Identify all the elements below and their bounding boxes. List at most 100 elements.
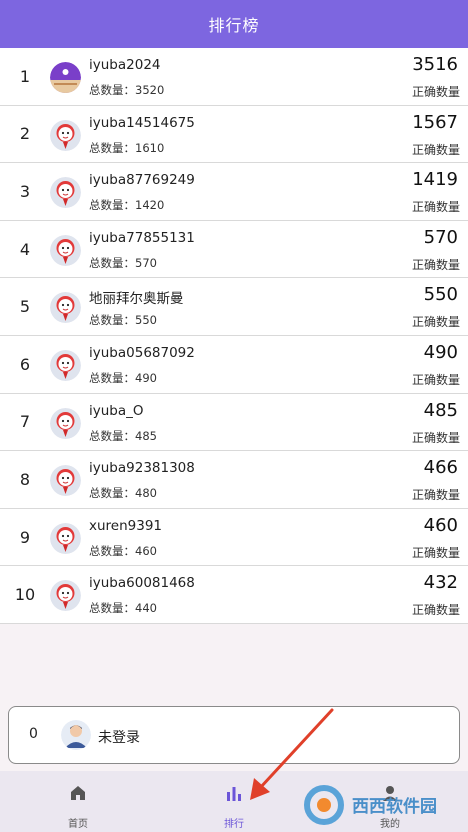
correct-count: 1567 [412,111,458,133]
correct-count-label: 正确数量 [411,257,460,272]
rank-number: 9 [19,527,31,547]
tab-ranking-label: 排行 [224,819,244,830]
default-avatar-icon[interactable] [50,580,81,612]
total-count: 总数量：570 [89,255,157,271]
tab-mine[interactable]: 我的 [312,771,468,832]
total-count: 总数量：490 [89,370,157,386]
total-count: 总数量：460 [89,543,157,559]
my-rank-card[interactable]: 0 未登录 [8,706,460,764]
correct-count-label: 正确数量 [411,545,460,560]
default-avatar-icon[interactable] [50,177,81,209]
user-name: iyuba14514675 [89,114,195,131]
total-count: 总数量：1420 [89,197,164,213]
total-label: 总数量： [89,140,135,155]
correct-count: 466 [423,457,458,479]
ranking-row[interactable]: 6 iyuba05687092 总数量：490 490 正确数量 [0,336,468,394]
correct-count: 570 [423,226,458,248]
user-name: 地丽拜尔奥斯曼 [89,291,184,308]
total-count: 总数量：480 [89,485,157,501]
default-avatar-icon[interactable] [50,522,81,554]
home-icon [71,786,85,800]
user-name: iyuba92381308 [89,460,195,477]
page-title: 排行榜 [208,16,260,35]
rank-number: 5 [19,297,31,317]
total-label: 总数量： [89,83,135,97]
total-value: 570 [135,255,157,270]
ranking-row[interactable]: 1 iyuba2024 总数量：3520 3516 正确数量 [0,48,468,106]
total-label: 总数量： [89,428,135,443]
total-label: 总数量： [89,370,135,385]
rank-number: 1 [19,66,31,86]
total-value: 1610 [135,140,165,155]
total-count: 总数量：1610 [89,140,164,156]
rank-number: 6 [19,354,31,374]
login-status[interactable]: 未登录 [98,727,140,747]
default-avatar-icon[interactable] [50,349,81,381]
correct-count-label: 正确数量 [411,603,460,618]
default-avatar-icon[interactable] [50,407,81,439]
total-value: 460 [135,543,157,558]
default-avatar-icon[interactable] [50,292,81,324]
tab-home[interactable]: 首页 [0,771,156,832]
user-photo-avatar[interactable] [50,62,81,93]
rank-number: 3 [19,181,31,201]
ranking-row[interactable]: 10 iyuba60081468 总数量：440 432 正确数量 [0,566,468,624]
total-label: 总数量： [89,601,135,616]
ranking-row[interactable]: 8 iyuba92381308 总数量：480 466 正确数量 [0,451,468,509]
default-avatar-icon[interactable] [50,234,81,266]
total-value: 490 [135,370,157,385]
ranking-row[interactable]: 3 iyuba87769249 总数量：1420 1419 正确数量 [0,163,468,221]
correct-count-label: 正确数量 [411,85,460,99]
user-name: iyuba77855131 [89,229,195,246]
my-rank-number: 0 [29,726,38,742]
user-name: iyuba05687092 [89,344,195,361]
total-label: 总数量： [89,486,135,501]
user-name: iyuba60081468 [89,575,195,592]
correct-count-label: 正确数量 [411,430,460,445]
total-count: 总数量：3520 [89,82,164,98]
total-value: 550 [135,313,157,328]
correct-count: 3516 [412,54,458,75]
rank-number: 10 [14,585,36,605]
total-value: 480 [135,486,157,501]
ranking-row[interactable]: 4 iyuba77855131 总数量：570 570 正确数量 [0,221,468,279]
correct-count-label: 正确数量 [411,372,460,387]
correct-count: 485 [423,399,458,421]
tab-home-label: 首页 [68,819,88,830]
total-label: 总数量： [89,198,135,213]
user-name: iyuba87769249 [89,172,195,189]
tab-mine-label: 我的 [380,819,400,830]
rank-number: 7 [19,412,31,432]
bottom-tab-bar: 首页 排行 我的 [0,771,468,832]
correct-count: 490 [423,341,458,363]
user-avatar-icon[interactable] [61,720,91,750]
ranking-row[interactable]: 9 xuren9391 总数量：460 460 正确数量 [0,509,468,567]
correct-count-label: 正确数量 [411,315,460,330]
total-label: 总数量： [89,313,135,328]
correct-count: 550 [423,284,458,306]
correct-count-label: 正确数量 [411,200,460,215]
default-avatar-icon[interactable] [50,119,81,151]
correct-count: 432 [423,572,458,594]
total-label: 总数量： [89,543,135,558]
total-count: 总数量：485 [89,428,157,444]
user-name: xuren9391 [89,517,163,534]
total-value: 3520 [135,83,165,97]
default-avatar-icon[interactable] [50,465,81,497]
person-icon [383,786,397,801]
total-value: 485 [135,428,157,443]
rank-number: 8 [19,469,31,489]
total-count: 总数量：550 [89,312,157,328]
total-label: 总数量： [89,255,135,270]
ranking-list: 1 iyuba2024 总数量：3520 3516 正确数量 2 iyuba14514675… [0,48,468,624]
ranking-row[interactable]: 7 iyuba_O 总数量：485 485 正确数量 [0,394,468,452]
rank-number: 4 [19,239,31,259]
total-count: 总数量：440 [89,600,157,616]
correct-count: 460 [423,514,458,536]
bar-chart-icon [227,787,241,801]
ranking-row[interactable]: 2 iyuba14514675 总数量：1610 1567 正确数量 [0,106,468,164]
total-value: 440 [135,601,157,616]
tab-ranking[interactable]: 排行 [156,771,312,832]
total-value: 1420 [135,198,165,213]
ranking-row[interactable]: 5 地丽拜尔奥斯曼 总数量：550 550 正确数量 [0,278,468,336]
